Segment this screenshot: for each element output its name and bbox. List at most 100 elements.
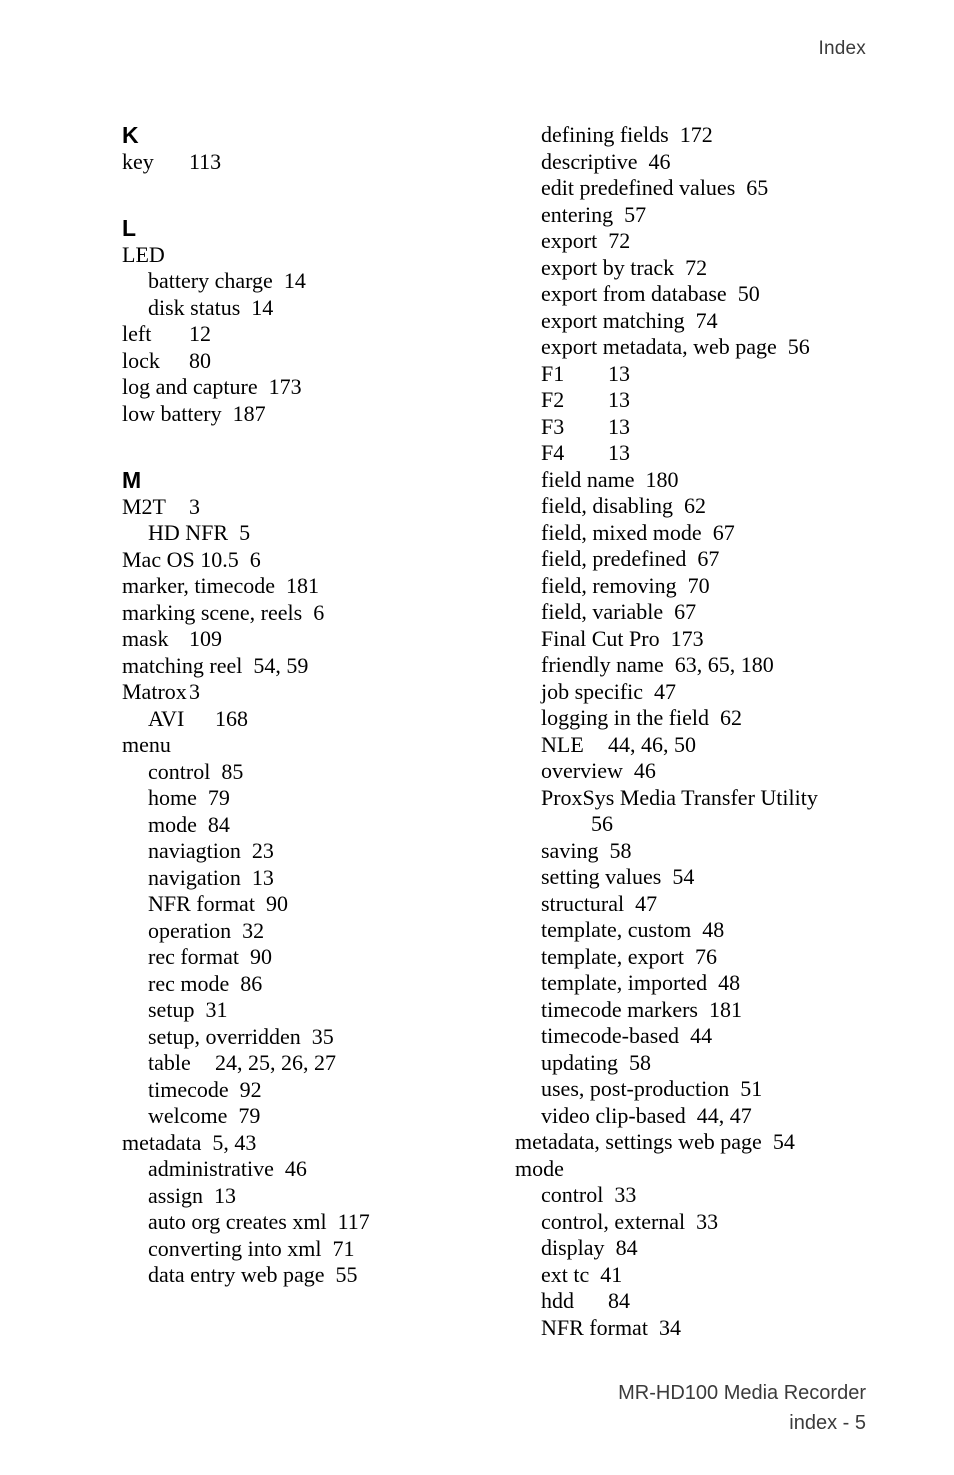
index-entry-term: key bbox=[122, 148, 154, 174]
index-entry-term: matching reel bbox=[122, 652, 243, 678]
index-entry-pages: 76 bbox=[694, 943, 717, 969]
index-entry-term: low battery bbox=[122, 400, 222, 426]
index-entry-pages: 58 bbox=[629, 1049, 651, 1075]
index-entry: LED bbox=[122, 242, 502, 269]
index-letter-heading: L bbox=[122, 215, 137, 241]
index-entry-term: ProxSys Media Transfer Utility bbox=[541, 784, 818, 810]
index-entry-pages: 57 bbox=[624, 201, 647, 227]
index-entry-pages: 44 bbox=[690, 1023, 713, 1048]
index-entry: battery charge 14 bbox=[122, 268, 502, 295]
index-entry: overview 46 bbox=[515, 758, 915, 785]
index-entry: uses, post-production 51 bbox=[515, 1076, 915, 1103]
index-entry-pages: 84 bbox=[615, 1235, 638, 1260]
index-entry-tabrow: Matrox 3 bbox=[122, 679, 200, 706]
index-entry: field name 180 bbox=[515, 467, 915, 494]
index-entry-term: structural bbox=[541, 890, 625, 916]
index-entry: NFR format 34 bbox=[515, 1315, 915, 1342]
index-entry-pages: 173 bbox=[268, 374, 302, 399]
index-entry-term: Final Cut Pro bbox=[541, 625, 660, 651]
index-entry: HD NFR 5 bbox=[122, 520, 502, 547]
index-letter-heading: K bbox=[122, 122, 139, 148]
index-entry-pages: 62 bbox=[683, 493, 706, 518]
index-entry: field, disabling 62 bbox=[515, 493, 915, 520]
index-entry-term: control bbox=[148, 758, 211, 784]
index-entry: Matrox 3 bbox=[122, 679, 502, 706]
index-entry-pages: 113 bbox=[189, 148, 222, 174]
index-entry: ext tc 41 bbox=[515, 1262, 915, 1289]
index-entry-term: operation bbox=[148, 917, 232, 943]
index-entry-pages: 6 bbox=[313, 599, 325, 625]
index-entry: home 79 bbox=[122, 785, 502, 812]
index-entry-pages: 109 bbox=[189, 626, 222, 651]
index-entry-pages: 92 bbox=[239, 1076, 262, 1102]
index-entry: structural 47 bbox=[515, 891, 915, 918]
index-entry: defining fields 172 bbox=[515, 122, 915, 149]
index-entry-term: descriptive bbox=[541, 148, 638, 174]
index-entry: navigation 13 bbox=[122, 865, 502, 892]
index-entry-pages: 13 bbox=[608, 360, 630, 386]
index-entry-pages: 187 bbox=[232, 400, 266, 426]
index-entry-term: administrative bbox=[148, 1156, 274, 1181]
index-entry-term: entering bbox=[541, 201, 614, 227]
index-entry: field, predefined 67 bbox=[515, 546, 915, 573]
index-entry: M2T 3 bbox=[122, 494, 502, 521]
index-entry-term: field, removing bbox=[541, 572, 677, 598]
index-entry-term: welcome bbox=[148, 1103, 228, 1128]
index-entry-tabrow: NLE 44, 46, 50 bbox=[541, 732, 696, 759]
index-entry-term: rec mode bbox=[148, 970, 230, 996]
index-entry-pages: 67 bbox=[712, 519, 735, 545]
index-entry-pages: 3 bbox=[189, 679, 200, 704]
index-entry-pages: 13 bbox=[608, 413, 630, 439]
index-entry-pages: 58 bbox=[609, 837, 632, 863]
index-entry: field, variable 67 bbox=[515, 599, 915, 626]
index-entry-pages: 3 bbox=[189, 493, 200, 519]
index-entry-term: disk status bbox=[148, 294, 241, 320]
index-entry: marker, timecode 181 bbox=[122, 573, 502, 600]
index-entry-term: NLE bbox=[541, 731, 584, 757]
index-entry-pages: 181 bbox=[709, 996, 742, 1022]
index-entry: timecode-based 44 bbox=[515, 1023, 915, 1050]
index-entry: entering 57 bbox=[515, 202, 915, 229]
index-entry-pages: 32 bbox=[242, 917, 265, 943]
index-entry-pages: 33 bbox=[614, 1182, 637, 1207]
index-entry-term: menu bbox=[122, 732, 171, 757]
index-letter-heading: M bbox=[122, 467, 142, 493]
index-entry: low battery 187 bbox=[122, 401, 502, 428]
index-entry-pages: 54 bbox=[672, 864, 695, 889]
index-entry-term: template, export bbox=[541, 943, 684, 969]
index-entry: setup, overridden 35 bbox=[122, 1024, 502, 1051]
index-entry-pages: 180 bbox=[645, 466, 679, 492]
index-entry-term: field, variable bbox=[541, 599, 664, 624]
index-entry: ProxSys Media Transfer Utility bbox=[515, 785, 915, 812]
index-entry-term: overview bbox=[541, 758, 623, 783]
index-entry-pages: 181 bbox=[286, 573, 320, 598]
index-entry-term: LED bbox=[122, 241, 165, 267]
index-entry: Mac OS 10.5 6 bbox=[122, 547, 502, 574]
index-entry-term: naviagtion bbox=[148, 838, 241, 863]
index-entry-term: field, mixed mode bbox=[541, 519, 702, 545]
index-entry-term: Matrox bbox=[122, 679, 187, 704]
footer-page-number: index - 5 bbox=[789, 1412, 866, 1434]
index-entry-term: mode bbox=[148, 811, 197, 837]
index-entry-term: setup bbox=[148, 997, 195, 1022]
index-entry: rec format 90 bbox=[122, 944, 502, 971]
index-entry-term: field, predefined bbox=[541, 546, 687, 571]
index-entry: AVI 168 bbox=[122, 706, 502, 733]
index-entry-pages: 84 bbox=[207, 811, 230, 837]
index-entry-pages: 56 bbox=[787, 334, 810, 359]
index-entry-pages: 86 bbox=[240, 970, 263, 996]
index-entry-pages: 47 bbox=[654, 678, 677, 704]
index-entry: metadata, settings web page 54 bbox=[515, 1129, 915, 1156]
index-entry: F1 13 bbox=[515, 361, 915, 388]
index-entry-term: field, disabling bbox=[541, 493, 673, 518]
index-entry-term: metadata bbox=[122, 1129, 202, 1155]
index-entry-pages: 13 bbox=[608, 440, 630, 465]
index-entry-term: F3 bbox=[541, 413, 565, 439]
index-entry: NLE 44, 46, 50 bbox=[515, 732, 915, 759]
index-entry-pages: 67 bbox=[697, 546, 720, 571]
index-entry: job specific 47 bbox=[515, 679, 915, 706]
index-entry: export metadata, web page 56 bbox=[515, 334, 915, 361]
index-entry: template, export 76 bbox=[515, 944, 915, 971]
index-entry-term: timecode bbox=[148, 1076, 229, 1102]
index-page: Index Kkey 113 L LED battery charge 14 disk st… bbox=[0, 0, 954, 1475]
